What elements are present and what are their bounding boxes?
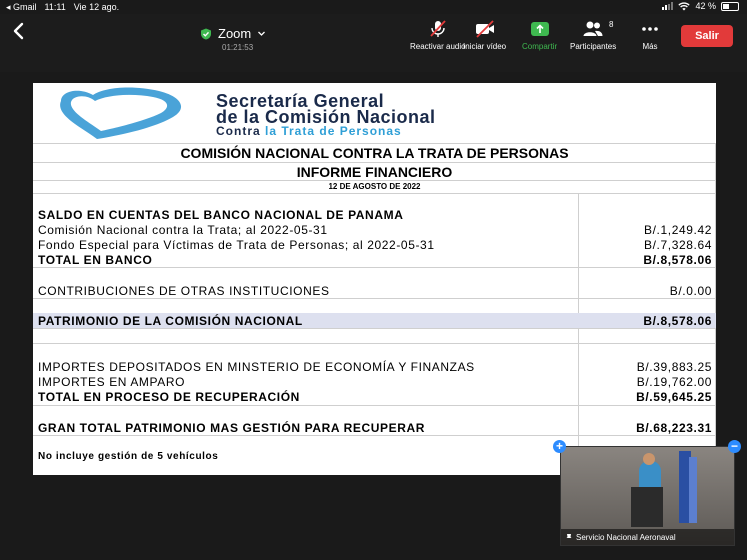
grid-line: [33, 180, 716, 181]
table-row: CONTRIBUCIONES DE OTRAS INSTITUCIONES B/…: [33, 283, 716, 298]
report-date: 12 DE AGOSTO DE 2022: [328, 182, 421, 191]
row-label: TOTAL EN BANCO: [38, 253, 153, 267]
start-video-label: Iniciar vídeo: [463, 42, 507, 51]
logo: Secretaría General de la Comisión Nacion…: [41, 87, 681, 141]
row-value: B/.59,645.25: [636, 390, 712, 404]
row-label: SALDO EN CUENTAS DEL BANCO NACIONAL DE P…: [38, 208, 404, 222]
table-row: IMPORTES DEPOSITADOS EN MINSTERIO DE ECO…: [33, 359, 716, 374]
speaker-head: [643, 453, 655, 465]
start-video-button[interactable]: Iniciar vídeo: [463, 20, 506, 51]
microphone-muted-icon: [430, 20, 446, 37]
battery-percent: 42 %: [695, 1, 716, 11]
footnote-label: No incluye gestión de 5 vehículos: [38, 451, 219, 462]
logo-line-3-prefix: Contra: [216, 124, 265, 138]
grid-line: [33, 328, 716, 329]
back-chevron-icon[interactable]: [10, 22, 28, 40]
row-value: B/.7,328.64: [644, 238, 712, 252]
more-label: Más: [642, 42, 658, 51]
row-label: Fondo Especial para Víctimas de Trata de…: [38, 238, 435, 252]
row-value: B/.1,249.42: [644, 223, 712, 237]
table-row: Fondo Especial para Víctimas de Trata de…: [33, 237, 716, 252]
row-value: B/.19,762.00: [636, 375, 712, 389]
table-row: Comisión Nacional contra la Trata; al 20…: [33, 222, 716, 237]
more-button[interactable]: Más: [639, 20, 661, 51]
report-heading: COMISIÓN NACIONAL CONTRA LA TRATA DE PER…: [180, 145, 569, 161]
pin-icon: [566, 534, 572, 541]
back-to-app-link[interactable]: ◂ Gmail: [6, 2, 37, 13]
table-row: GRAN TOTAL PATRIMONIO MAS GESTIÓN PARA R…: [33, 420, 716, 435]
zoom-meeting-screen: ◂ Gmail 11:11 Vie 12 ago. 42 % Zoom 01:2…: [0, 0, 747, 560]
logo-line-3: Contra la Trata de Personas: [216, 124, 402, 138]
participants-icon: [583, 21, 603, 36]
grid-line: [715, 143, 716, 466]
table-row: TOTAL EN PROCESO DE RECUPERACIÓN B/.59,6…: [33, 389, 716, 404]
row-value: B/.8,578.06: [643, 314, 712, 328]
row-value: B/.8,578.06: [643, 253, 712, 267]
grid-line: [33, 298, 716, 299]
leave-meeting-button[interactable]: Salir: [681, 25, 733, 47]
share-screen-icon: [530, 22, 549, 36]
unmute-label: Reactivar audio: [410, 42, 466, 51]
heart-logo-icon: [60, 87, 182, 139]
minimize-video-button[interactable]: −: [728, 440, 741, 453]
more-dots-icon: [642, 27, 658, 31]
meeting-title[interactable]: Zoom: [200, 26, 266, 41]
clock: 11:11: [44, 2, 66, 12]
date: Vie 12 ago.: [73, 2, 120, 12]
shared-screen-document: Secretaría General de la Comisión Nacion…: [33, 83, 716, 475]
meeting-title-text: Zoom: [218, 26, 252, 41]
podium: [631, 487, 663, 527]
share-screen-label: Compartir: [522, 42, 558, 51]
meeting-timer: 01:21:53: [222, 43, 254, 52]
unmute-button[interactable]: Reactivar audio: [410, 20, 466, 51]
table-row-highlighted: PATRIMONIO DE LA COMISIÓN NACIONAL B/.8,…: [33, 313, 716, 328]
signal-icon: [662, 2, 674, 10]
flag: [689, 457, 697, 523]
table-row: SALDO EN CUENTAS DEL BANCO NACIONAL DE P…: [33, 207, 716, 222]
logo-line-3-accent: la Trata de Personas: [265, 124, 402, 138]
grid-line: [33, 193, 716, 194]
meeting-toolbar: Zoom 01:21:53 Reactivar audio Iniciar ví…: [0, 14, 747, 72]
video-off-icon: [475, 20, 494, 38]
row-label: GRAN TOTAL PATRIMONIO MAS GESTIÓN PARA R…: [38, 421, 426, 435]
grid-line: [33, 267, 716, 268]
grid-line: [33, 435, 716, 436]
row-value: B/.68,223.31: [636, 421, 712, 435]
wifi-icon: [678, 1, 691, 10]
participants-label: Participantes: [570, 42, 617, 51]
row-label: TOTAL EN PROCESO DE RECUPERACIÓN: [38, 390, 300, 404]
row-label: PATRIMONIO DE LA COMISIÓN NACIONAL: [38, 314, 303, 328]
row-label: IMPORTES DEPOSITADOS EN MINSTERIO DE ECO…: [38, 360, 475, 374]
report-subheading: INFORME FINANCIERO: [296, 164, 453, 180]
row-label: CONTRIBUCIONES DE OTRAS INSTITUCIONES: [38, 284, 330, 298]
chevron-down-icon: [258, 31, 266, 36]
participants-count-badge: 8: [609, 20, 614, 29]
row-label: Comisión Nacional contra la Trata; al 20…: [38, 223, 328, 237]
table-row: IMPORTES EN AMPARO B/.19,762.00: [33, 374, 716, 389]
share-screen-button[interactable]: Compartir: [522, 20, 557, 51]
grid-line: [33, 162, 716, 163]
row-value: B/.0.00: [669, 284, 712, 298]
table-row: TOTAL EN BANCO B/.8,578.06: [33, 252, 716, 267]
grid-line: [33, 405, 716, 406]
row-value: B/.39,883.25: [636, 360, 712, 374]
grid-line: [33, 143, 716, 144]
video-name-tag: Servicio Nacional Aeronaval: [561, 529, 734, 545]
self-video-tile[interactable]: Servicio Nacional Aeronaval: [560, 446, 735, 546]
shield-check-icon: [201, 28, 211, 39]
expand-video-button[interactable]: +: [553, 440, 566, 453]
row-label: IMPORTES EN AMPARO: [38, 375, 186, 389]
status-bar: ◂ Gmail 11:11 Vie 12 ago. 42 %: [0, 0, 747, 14]
battery-icon: [721, 1, 739, 11]
grid-line: [33, 343, 716, 344]
video-name-label: Servicio Nacional Aeronaval: [576, 532, 676, 542]
